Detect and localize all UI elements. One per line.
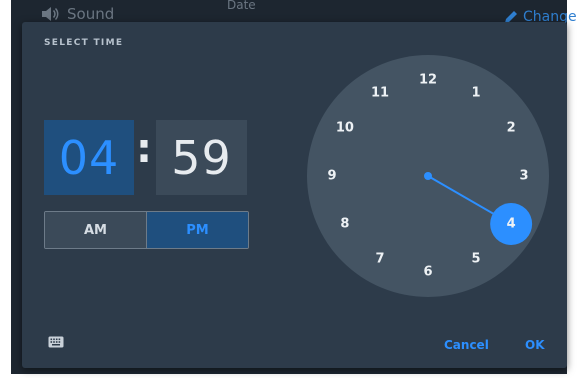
am-pm-toggle: AM PM [44,211,249,249]
clock-number-4[interactable]: 4 [507,217,516,232]
time-separator: : [136,126,152,172]
clock-number-9[interactable]: 9 [327,169,336,184]
background-sound-row: Sound [41,5,114,23]
clock-number-2[interactable]: 2 [507,121,516,136]
speaker-icon [42,7,59,21]
cancel-button[interactable]: Cancel [444,338,489,352]
clock-center-dot [424,172,432,180]
am-button[interactable]: AM [45,212,146,248]
dialog-title: SELECT TIME [44,38,124,48]
pm-button[interactable]: PM [146,212,248,248]
background-sound-label: Sound [67,5,115,23]
clock-number-11[interactable]: 11 [371,85,389,100]
background-partial-label: Date [227,0,256,12]
clock-number-8[interactable]: 8 [340,217,349,232]
keyboard-icon[interactable] [48,336,64,348]
hour-field[interactable]: 04 [44,120,134,195]
minute-field[interactable]: 59 [156,120,247,195]
clock-number-7[interactable]: 7 [375,252,384,267]
ok-button[interactable]: OK [525,338,545,352]
clock-number-1[interactable]: 1 [471,85,480,100]
clock-number-6[interactable]: 6 [423,265,432,280]
clock-number-5[interactable]: 5 [471,252,480,267]
clock-number-12[interactable]: 12 [419,73,437,88]
time-picker-dialog: SELECT TIME 04 : 59 AM PM 12 1 2 3 4 5 6 7 8 9 10 1… [22,22,567,368]
clock-number-10[interactable]: 10 [336,121,354,136]
clock-dial[interactable]: 121234567891011 [307,55,549,297]
clock-number-3[interactable]: 3 [519,169,528,184]
